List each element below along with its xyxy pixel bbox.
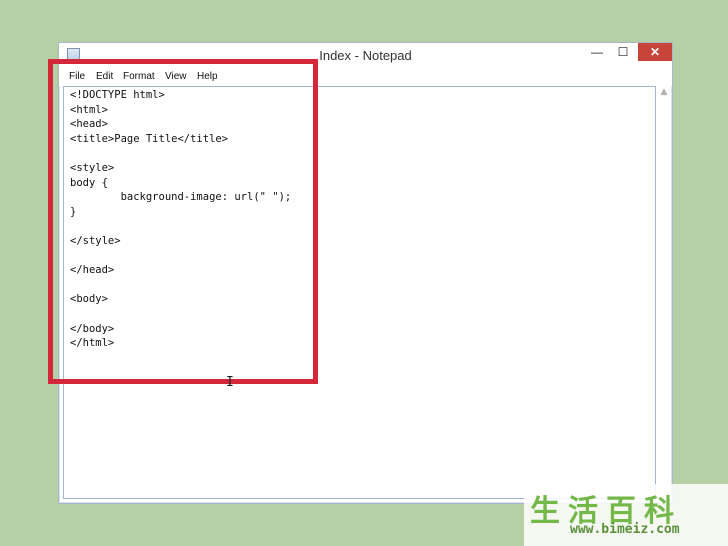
watermark: 生活百科 www.bimeiz.com [524, 484, 728, 546]
watermark-url: www.bimeiz.com [570, 522, 680, 537]
text-cursor-icon: I [226, 375, 234, 390]
vertical-scrollbar[interactable]: ▲ [658, 86, 670, 499]
maximize-button[interactable]: ☐ [610, 43, 636, 61]
highlight-box [48, 59, 318, 384]
close-button[interactable]: ✕ [638, 43, 672, 61]
scroll-up-arrow-icon[interactable]: ▲ [658, 87, 670, 97]
minimize-button[interactable]: — [584, 43, 610, 61]
